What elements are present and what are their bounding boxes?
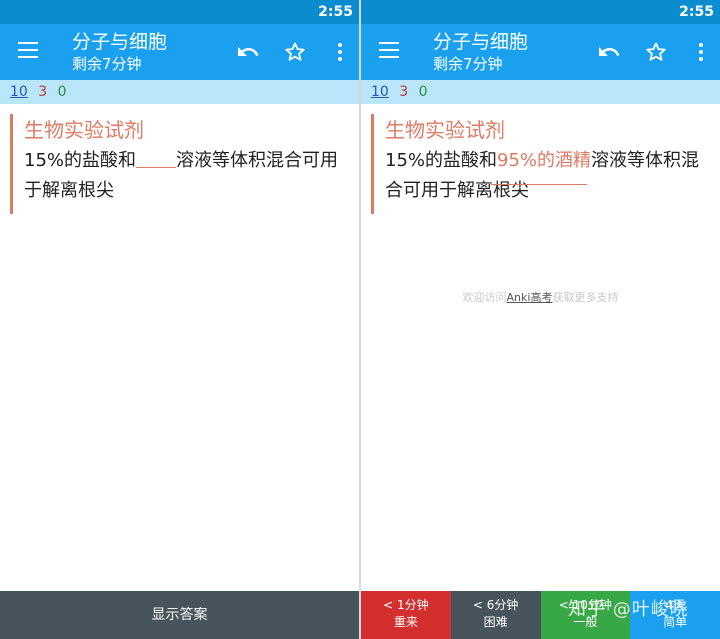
deck-subtitle: 剩余7分钟: [72, 55, 142, 73]
card-answer-text: 15%的盐酸和95%的酒精溶液等体积混合可用于解离根尖: [385, 146, 705, 214]
status-time: 2:55: [318, 4, 353, 20]
review-count: 0: [57, 84, 67, 100]
ease-label: 重来: [393, 615, 418, 629]
toolbar: 分子与细胞 剩余7分钟: [0, 24, 359, 80]
ease-label: 一般: [573, 615, 598, 629]
footer-prefix: 欢迎访问: [462, 291, 507, 304]
ease-hard-button[interactable]: < 6分钟 困难: [450, 591, 541, 639]
ease-buttons: < 1分钟 重来 < 6分钟 困难 < 10分钟 一般 4天 简单: [361, 591, 720, 639]
undo-icon[interactable]: [236, 40, 260, 64]
anki-gaokao-link[interactable]: Anki高考: [507, 291, 553, 304]
ease-easy-button[interactable]: 4天 简单: [630, 591, 720, 639]
text-before: 15%的盐酸和: [24, 150, 137, 171]
menu-icon[interactable]: [379, 42, 399, 58]
footer-note: 欢迎访问Anki高考获取更多支持: [361, 289, 720, 305]
ease-good-button[interactable]: < 10分钟 一般: [540, 591, 631, 639]
new-count: 10: [10, 84, 28, 100]
toolbar: 分子与细胞 剩余7分钟: [361, 24, 720, 80]
deck-title-block: 分子与细胞 剩余7分钟: [72, 30, 167, 74]
text-before: 15%的盐酸和: [385, 150, 498, 171]
deck-subtitle: 剩余7分钟: [433, 55, 503, 73]
question-screen: 2:55 分子与细胞 剩余7分钟 10 3 0 生物实验试剂 15%的盐酸和 溶…: [0, 0, 359, 639]
deck-title: 分子与细胞: [72, 31, 168, 53]
star-icon[interactable]: [644, 40, 668, 64]
card-content: 生物实验试剂 15%的盐酸和 溶液等体积混合可用于解离根尖: [10, 114, 344, 214]
status-bar: 2:55: [0, 0, 359, 24]
status-bar: 2:55: [361, 0, 720, 24]
screens: 2:55 分子与细胞 剩余7分钟 10 3 0 生物实验试剂 15%的盐酸和 溶…: [0, 0, 720, 639]
ease-label: 困难: [483, 615, 508, 629]
ease-interval: < 6分钟: [472, 598, 519, 612]
deck-title: 分子与细胞: [433, 31, 529, 53]
cloze-answer: 95%的酒精: [497, 150, 592, 171]
show-answer-button[interactable]: 显示答案: [0, 591, 359, 639]
star-icon[interactable]: [283, 40, 307, 64]
card-counts: 10 3 0: [0, 80, 359, 104]
status-time: 2:55: [679, 4, 714, 20]
review-count: 0: [418, 84, 428, 100]
ease-interval: 4天: [665, 598, 685, 612]
card-content: 生物实验试剂 15%的盐酸和95%的酒精溶液等体积混合可用于解离根尖: [371, 114, 705, 214]
more-vert-icon[interactable]: [328, 40, 352, 64]
ease-interval: < 10分钟: [558, 598, 612, 612]
card-question-text: 15%的盐酸和 溶液等体积混合可用于解离根尖: [24, 146, 344, 214]
deck-title-block: 分子与细胞 剩余7分钟: [433, 30, 528, 74]
answer-underline: [491, 184, 587, 185]
card-counts: 10 3 0: [361, 80, 720, 104]
footer-suffix: 获取更多支持: [552, 291, 619, 304]
answer-screen: 2:55 分子与细胞 剩余7分钟 10 3 0 生物实验试剂 15%的盐酸和95…: [361, 0, 720, 639]
menu-icon[interactable]: [18, 42, 38, 58]
learn-count: 3: [38, 84, 48, 100]
card-title: 生物实验试剂: [24, 118, 144, 142]
ease-label: 简单: [663, 615, 688, 629]
more-vert-icon[interactable]: [689, 40, 713, 64]
ease-again-button[interactable]: < 1分钟 重来: [361, 591, 451, 639]
ease-interval: < 1分钟: [383, 598, 429, 612]
learn-count: 3: [399, 84, 409, 100]
undo-icon[interactable]: [597, 40, 621, 64]
card-title: 生物实验试剂: [385, 118, 505, 142]
new-count: 10: [371, 84, 389, 100]
cloze-blank: [136, 147, 177, 168]
